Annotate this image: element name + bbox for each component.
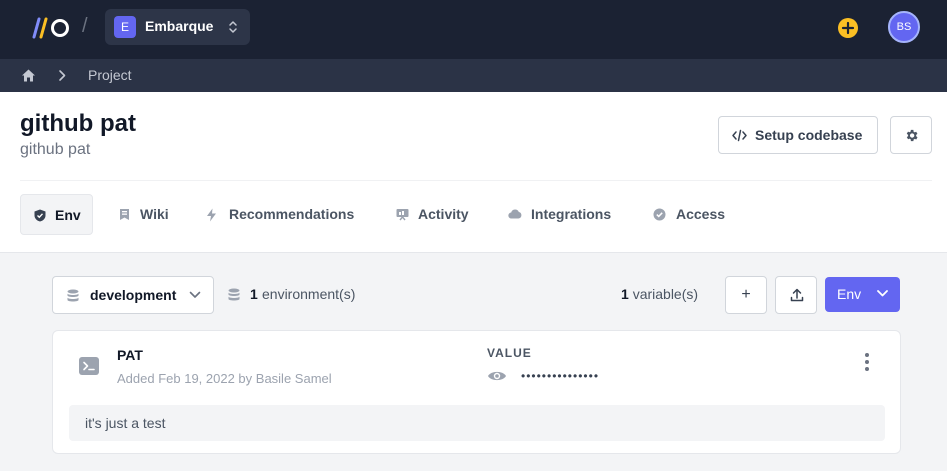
value-label: VALUE (487, 346, 532, 360)
masked-value: ••••••••••••••• (521, 369, 600, 383)
tab-wiki[interactable]: Wiki (113, 194, 183, 235)
tab-label: Activity (418, 206, 469, 222)
breadcrumb-project[interactable]: Project (88, 67, 132, 83)
plus-icon (841, 21, 855, 35)
tab-integrations[interactable]: Integrations (502, 194, 632, 235)
project-switcher-name: Embarque (145, 18, 214, 34)
user-avatar[interactable]: BS (888, 11, 920, 43)
variable-name: PAT (117, 347, 143, 363)
eye-icon[interactable] (487, 369, 507, 383)
setup-codebase-label: Setup codebase (755, 127, 863, 143)
kebab-menu-icon[interactable] (863, 353, 871, 373)
variable-count: 1 variable(s) (621, 286, 698, 302)
environment-select-value: development (90, 287, 177, 303)
chevron-down-icon (877, 290, 888, 297)
chevron-right-icon (59, 70, 66, 81)
top-navbar: / E Embarque BS (0, 0, 947, 59)
database-icon (67, 289, 79, 302)
variable-note: it's just a test (69, 405, 885, 441)
variable-meta: Added Feb 19, 2022 by Basile Samel (117, 371, 332, 386)
tab-recommendations[interactable]: Recommendations (200, 194, 370, 235)
presentation-icon (396, 209, 409, 221)
setup-codebase-button[interactable]: Setup codebase (718, 116, 878, 154)
chevron-down-icon (189, 291, 201, 298)
variable-count-number: 1 (621, 286, 629, 302)
settings-button[interactable] (890, 116, 932, 154)
check-badge-icon (653, 208, 666, 221)
environment-count-label: environment(s) (262, 286, 356, 302)
cloud-icon (508, 209, 522, 219)
tab-label: Wiki (140, 206, 169, 222)
shield-icon (34, 209, 46, 222)
project-header: github pat github pat Setup codebase Env (0, 92, 947, 253)
chevron-up-down-icon (229, 21, 237, 33)
variable-card: PAT Added Feb 19, 2022 by Basile Samel V… (52, 330, 901, 454)
nav-separator: / (82, 15, 88, 37)
project-switcher[interactable]: E Embarque (105, 9, 250, 45)
environment-select[interactable]: development (52, 276, 214, 314)
tab-env[interactable]: Env (20, 194, 93, 235)
terminal-icon (79, 357, 99, 375)
env-menu-button[interactable]: Env (825, 277, 900, 312)
tab-label: Env (55, 207, 81, 223)
tab-access[interactable]: Access (647, 194, 737, 235)
add-circle-button[interactable] (838, 18, 858, 38)
book-icon (120, 209, 129, 220)
variable-note-text: it's just a test (85, 415, 166, 431)
code-icon (732, 129, 747, 142)
tab-label: Access (676, 206, 726, 222)
bolt-icon (207, 208, 216, 222)
upload-icon (790, 288, 804, 302)
app-logo[interactable] (31, 15, 73, 41)
tab-activity[interactable]: Activity (390, 194, 480, 235)
variable-count-label: variable(s) (632, 286, 699, 302)
add-variable-button[interactable]: + (725, 276, 767, 314)
page-title: github pat (20, 110, 136, 137)
gear-icon (906, 129, 918, 142)
breadcrumb: Project (0, 59, 947, 92)
home-icon[interactable] (21, 68, 36, 83)
tab-label: Integrations (531, 206, 612, 222)
database-icon (228, 288, 240, 301)
environment-count-number: 1 (250, 286, 258, 302)
upload-button[interactable] (775, 276, 817, 314)
env-button-label: Env (837, 286, 862, 302)
tab-label: Recommendations (229, 206, 355, 222)
project-badge: E (114, 16, 136, 38)
page-subtitle: github pat (20, 141, 91, 158)
header-divider (20, 180, 932, 181)
